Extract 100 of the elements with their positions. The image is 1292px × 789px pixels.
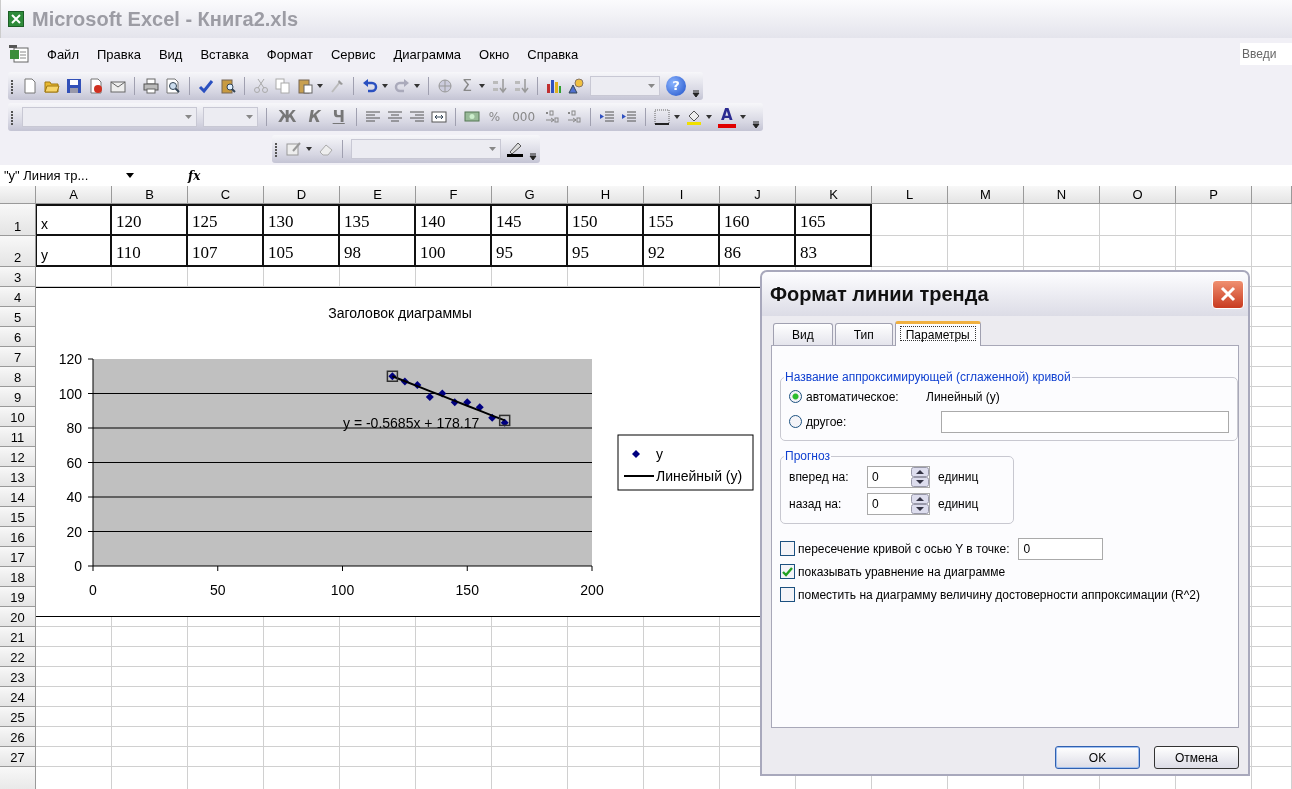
printer-icon[interactable] [143,77,159,94]
row-header[interactable]: 23 [0,667,36,687]
row-header[interactable]: 19 [0,587,36,607]
shapes-icon[interactable] [568,77,585,94]
align-right-icon[interactable] [408,108,425,125]
dialog-button[interactable]: OK [1055,746,1140,769]
tab[interactable]: Вид [773,323,833,345]
checkbox-label[interactable]: пересечение кривой с осью Y в точке: [798,541,1010,556]
align-left-icon[interactable] [364,108,381,125]
row-header[interactable]: 11 [0,427,36,447]
overflow-icon[interactable] [692,87,701,98]
tab[interactable]: Тип [834,323,893,345]
column-header[interactable]: P [1176,186,1252,204]
row-header[interactable]: 27 [0,747,36,767]
row-header[interactable]: 7 [0,347,36,367]
fill-color-icon[interactable] [686,108,703,125]
row-header[interactable]: 17 [0,547,36,567]
checkbox[interactable] [780,564,795,579]
column-header[interactable]: H [568,186,644,204]
workbook-icon[interactable] [8,44,30,64]
radio-button[interactable] [789,390,802,403]
close-icon[interactable] [1220,286,1236,302]
book-icon[interactable] [220,77,236,94]
row-header[interactable]: 13 [0,467,36,487]
menu-item[interactable]: Сервис [321,43,385,65]
indent-icon[interactable] [621,108,638,125]
spin-arrows-icon[interactable] [911,466,929,487]
row-header[interactable] [0,767,36,789]
option-label[interactable]: автоматическое: [806,389,922,404]
spin-field[interactable]: 0 [867,465,930,488]
menu-item[interactable]: Правка [87,43,150,65]
column-header[interactable]: E [340,186,416,204]
currency-icon[interactable] [463,108,480,125]
input-field[interactable] [941,410,1229,433]
select-all-button[interactable] [0,186,36,204]
column-header[interactable] [1252,186,1292,204]
outdent-icon[interactable] [599,108,616,125]
spin-arrows-icon[interactable] [911,493,929,514]
tab[interactable]: Параметры [894,321,981,346]
row-header[interactable]: 5 [0,307,36,327]
function-button[interactable]: fx [188,168,201,183]
row-header[interactable]: 15 [0,507,36,527]
close-button[interactable] [1212,279,1244,309]
row-header[interactable]: 25 [0,707,36,727]
row-header[interactable]: 26 [0,727,36,747]
input-field[interactable]: 0 [1018,537,1104,560]
decimal-icon[interactable] [566,108,583,125]
row-header[interactable]: 9 [0,387,36,407]
column-header[interactable]: C [188,186,264,204]
menu-item[interactable]: Диаграмма [384,43,471,65]
menu-item[interactable]: Вид [149,43,192,65]
column-header[interactable]: G [492,186,568,204]
caret-icon[interactable] [674,114,681,119]
row-header[interactable]: 10 [0,407,36,427]
overflow-icon[interactable] [529,150,537,161]
menu-item[interactable]: Файл [38,43,88,65]
caret-icon[interactable] [706,114,713,119]
bar-chart-icon[interactable] [546,77,563,94]
checkbox-label[interactable]: поместить на диаграмму величину достоверности аппроксимации (R^2) [798,587,1200,602]
column-header[interactable]: F [416,186,492,204]
help-search-field[interactable]: Введи [1240,43,1292,65]
column-header[interactable]: B [112,186,188,204]
checkbox-label[interactable]: показывать уравнение на диаграмме [798,564,1006,579]
row-header[interactable]: 14 [0,487,36,507]
caret-icon[interactable] [739,114,746,119]
decimal-icon[interactable] [544,108,561,125]
caret-icon[interactable] [479,83,486,88]
column-header[interactable]: N [1024,186,1100,204]
row-header[interactable]: 8 [0,367,36,387]
row-header[interactable]: 3 [0,267,36,287]
print-preview-icon[interactable] [165,77,181,94]
row-header[interactable]: 18 [0,567,36,587]
spin-field[interactable]: 0 [867,492,930,515]
column-header[interactable]: A [36,186,112,204]
new-document-icon[interactable] [22,77,38,94]
column-header[interactable]: I [644,186,720,204]
dialog-button[interactable]: Отмена [1154,746,1239,769]
row-header[interactable]: 16 [0,527,36,547]
caret-icon[interactable] [126,173,134,178]
row-header[interactable]: 24 [0,687,36,707]
align-center-icon[interactable] [386,108,403,125]
menu-item[interactable]: Окно [470,43,519,65]
column-header[interactable]: J [720,186,796,204]
clipboard-icon[interactable] [297,77,313,94]
undo-icon[interactable] [362,77,378,94]
column-header[interactable]: L [872,186,948,204]
radio-button[interactable] [789,415,802,428]
borders-icon[interactable] [654,108,671,125]
row-header[interactable]: 12 [0,447,36,467]
column-header[interactable]: O [1100,186,1176,204]
toolbar-button[interactable]: A [718,105,736,128]
caret-icon[interactable] [317,83,323,88]
row-header[interactable]: 21 [0,627,36,647]
row-header[interactable]: 22 [0,647,36,667]
menu-item[interactable]: Вставка [191,43,258,65]
caret-icon[interactable] [414,83,420,88]
row-header[interactable]: 2 [0,236,36,267]
option-label[interactable]: другое: [806,414,922,429]
row-header[interactable]: 6 [0,327,36,347]
column-header[interactable]: K [796,186,872,204]
